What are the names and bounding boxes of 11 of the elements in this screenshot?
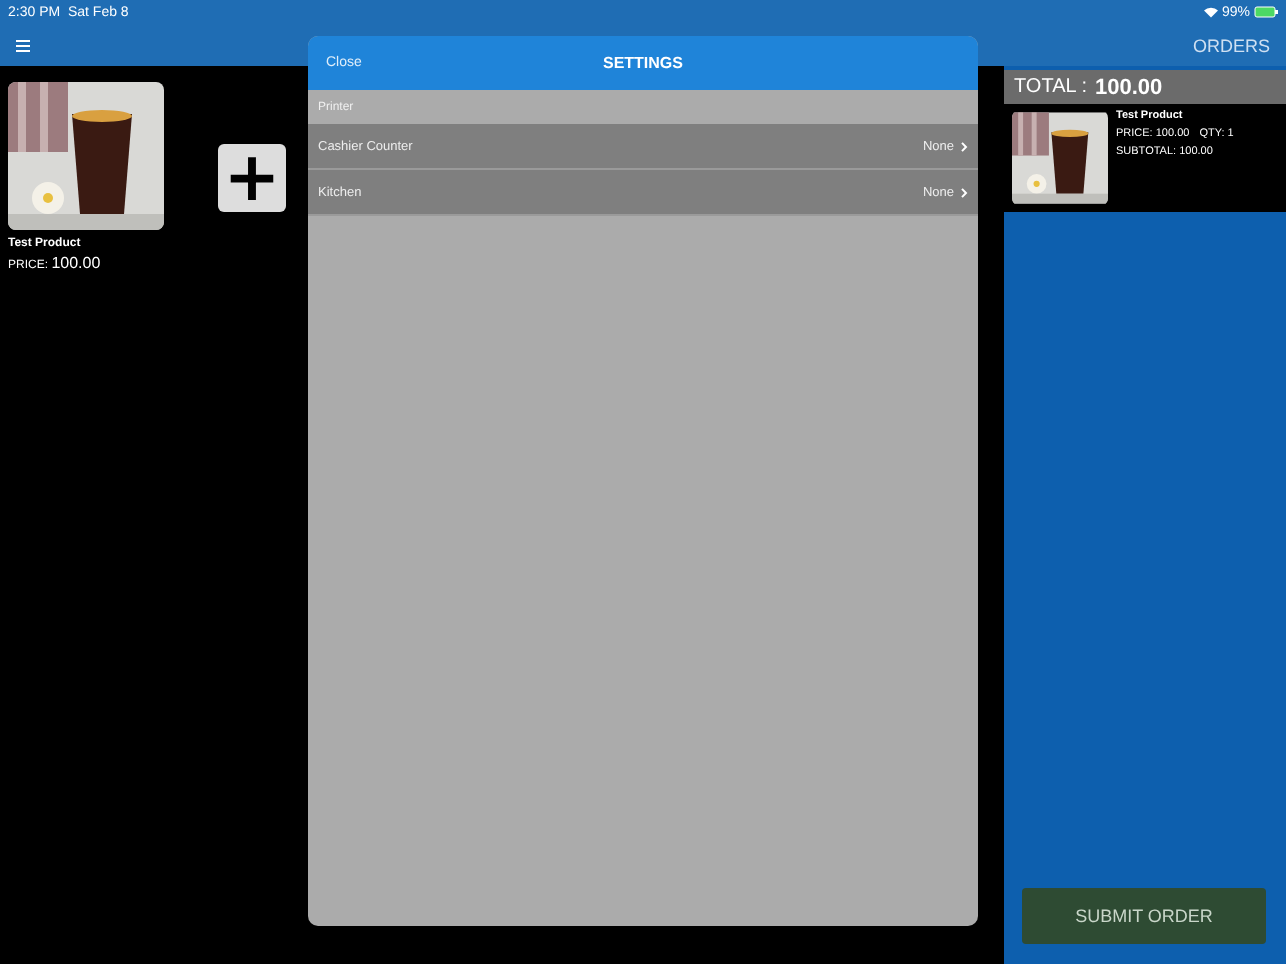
orders-link[interactable]: ORDERS [1192,35,1270,55]
dialog-title: SETTINGS [602,54,683,72]
total-value: 100.00 [1095,75,1163,99]
menu-icon[interactable] [16,39,30,51]
chevron-icon [960,187,968,197]
battery-icon [1254,6,1278,18]
total-label: TOTAL : [1014,76,1087,98]
wifi-icon [1203,6,1218,18]
submit-order-button[interactable]: SUBMIT ORDER [1022,888,1266,944]
add-button[interactable]: + [218,144,286,212]
chevron-icon [960,141,968,151]
